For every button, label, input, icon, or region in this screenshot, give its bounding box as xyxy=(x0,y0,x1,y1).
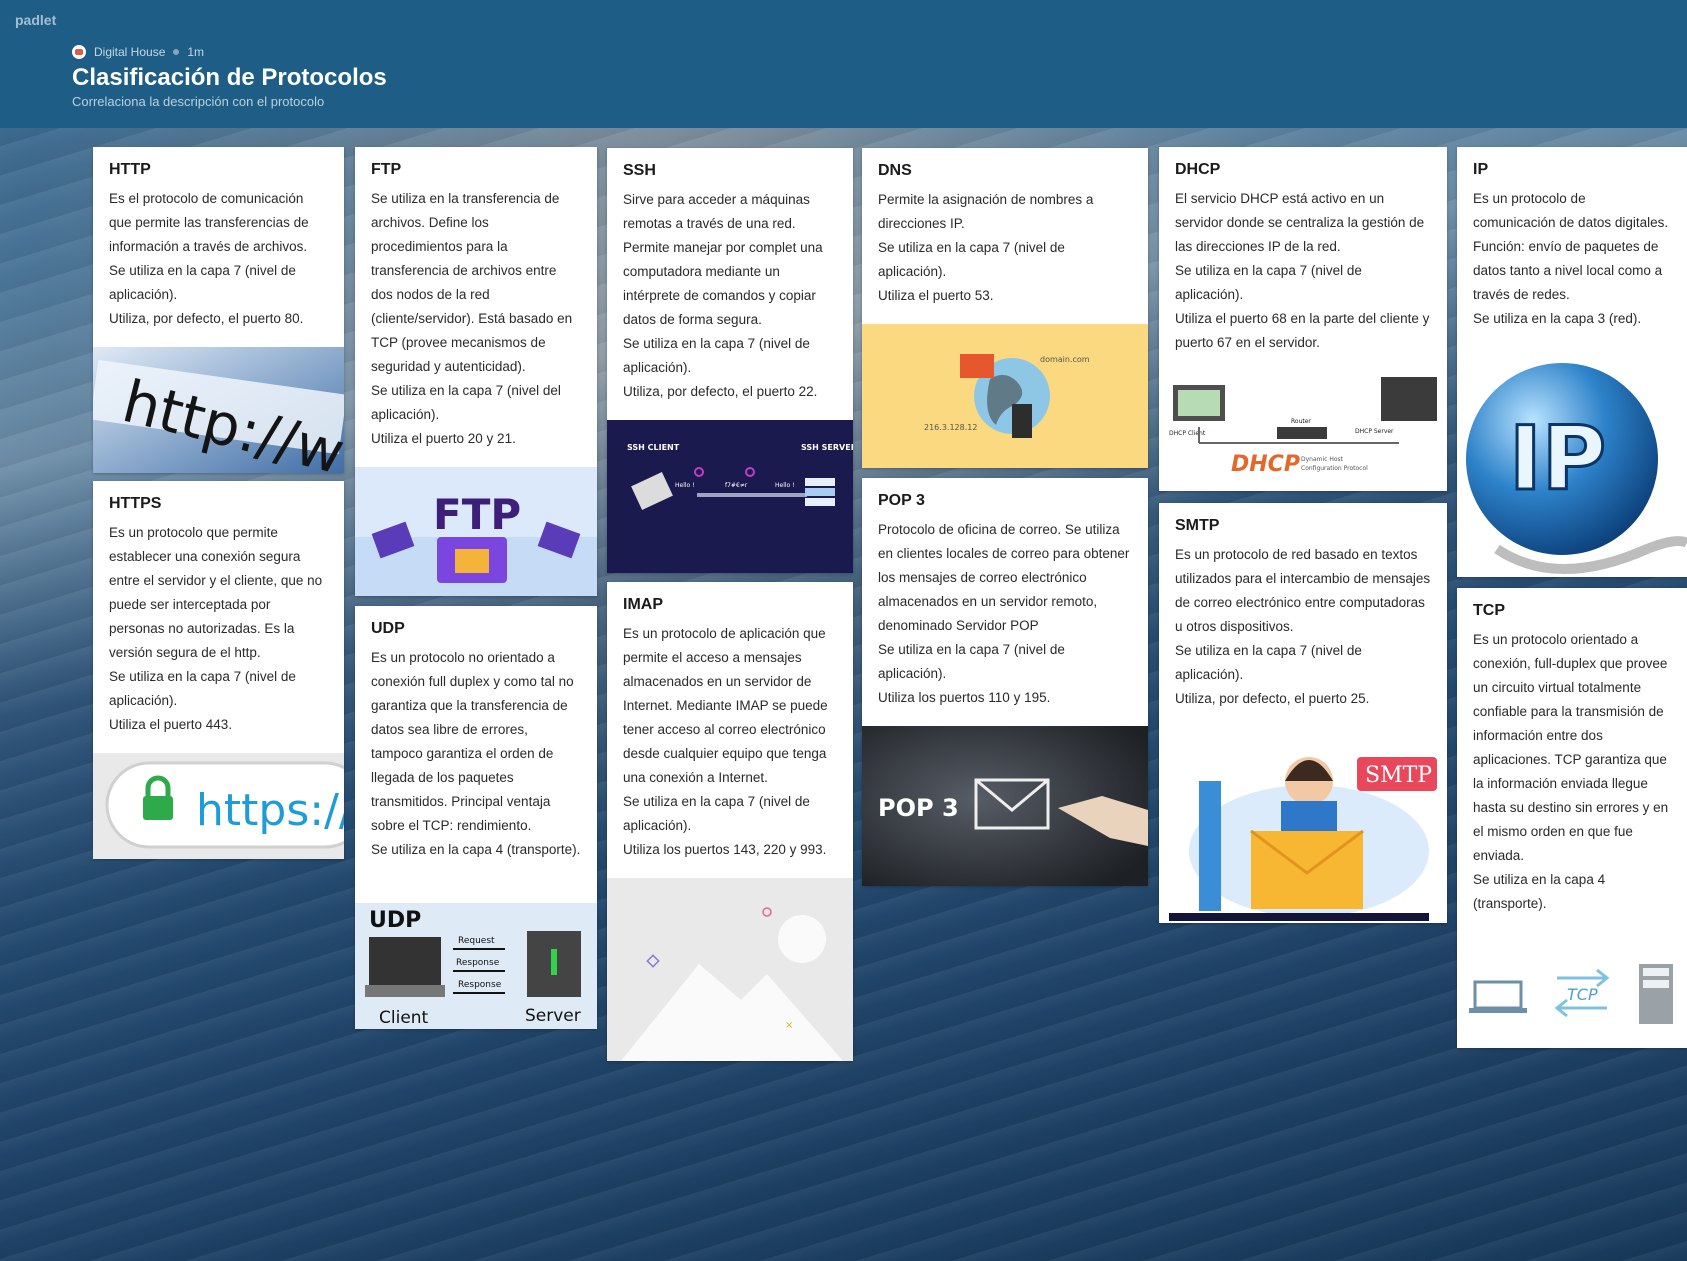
post-body: El servicio DHCP está activo en un servi… xyxy=(1175,191,1430,350)
svg-text:Hello !: Hello ! xyxy=(775,482,795,489)
lock-icon xyxy=(143,796,173,820)
ftp-image[interactable]: FTP xyxy=(355,467,597,596)
post-title: DNS xyxy=(878,162,912,179)
post-body: Es un protocolo no orientado a conexión … xyxy=(371,650,581,857)
post-title: DHCP xyxy=(1175,161,1221,178)
post-title: IMAP xyxy=(623,596,663,613)
svg-text:domain.com: domain.com xyxy=(1040,355,1090,364)
svg-text:DHCP: DHCP xyxy=(1231,452,1300,477)
svg-text:Dynamic Host: Dynamic Host xyxy=(1301,456,1344,463)
post-body: Se utiliza en la transferencia de archiv… xyxy=(371,191,573,446)
separator-dot xyxy=(173,49,180,55)
post-card-http[interactable]: HTTP Es el protocolo de comunicación que… xyxy=(93,147,344,473)
ssh-image[interactable]: SSH CLIENT SSH SERVER Hello ! f7#€≠r Hel… xyxy=(607,420,853,573)
post-title: IP xyxy=(1473,161,1489,178)
post-body: Permite la asignación de nombres a direc… xyxy=(878,192,1094,303)
author-avatar[interactable] xyxy=(72,45,86,59)
svg-text:f7#€≠r: f7#€≠r xyxy=(725,482,748,489)
post-title: FTP xyxy=(371,161,402,178)
svg-text:Client: Client xyxy=(379,1008,429,1028)
smtp-image[interactable]: SMTP xyxy=(1159,741,1447,923)
ip-image[interactable]: IP xyxy=(1457,349,1687,577)
board-meta: Digital House 1m xyxy=(72,45,204,59)
post-card-dhcp[interactable]: DHCP El servicio DHCP está activo en un … xyxy=(1159,147,1447,491)
post-card-ftp[interactable]: FTP Se utiliza en la transferencia de ar… xyxy=(355,147,597,596)
post-title: UDP xyxy=(371,620,405,637)
svg-text:IP: IP xyxy=(1509,407,1606,510)
svg-text:Response: Response xyxy=(458,980,502,990)
svg-text:Router: Router xyxy=(1291,418,1311,425)
post-title: SSH xyxy=(623,162,656,179)
pop3-image[interactable]: POP 3 xyxy=(862,726,1148,886)
svg-text:×: × xyxy=(785,1020,793,1031)
post-body: Sirve para acceder a máquinas remotas a … xyxy=(623,192,823,399)
svg-text:DHCP Client: DHCP Client xyxy=(1169,430,1206,437)
dhcp-image[interactable]: DHCP Client Router DHCP Server DHCP Dyna… xyxy=(1159,371,1447,491)
svg-text:POP 3: POP 3 xyxy=(878,794,959,822)
image-placeholder[interactable]: × xyxy=(607,878,853,1061)
post-title: TCP xyxy=(1473,602,1505,619)
author-name[interactable]: Digital House xyxy=(94,45,165,59)
udp-image[interactable]: UDP Request Response Response Client Ser… xyxy=(355,903,597,1029)
svg-text:SMTP: SMTP xyxy=(1365,763,1432,788)
post-body: Es un protocolo que permite establecer u… xyxy=(109,525,323,732)
post-age: 1m xyxy=(187,45,205,59)
post-card-ip[interactable]: IP Es un protocolo de comunicación de da… xyxy=(1457,147,1687,577)
svg-text:216.3.128.12: 216.3.128.12 xyxy=(924,423,977,432)
padlet-logo[interactable]: padlet xyxy=(15,12,56,28)
board-title: Clasificación de Protocolos xyxy=(72,64,387,91)
post-body: Es un protocolo orientado a conexión, fu… xyxy=(1473,632,1669,911)
post-body: Es un protocolo de comunicación de datos… xyxy=(1473,191,1669,326)
post-card-https[interactable]: HTTPS Es un protocolo que permite establ… xyxy=(93,481,344,859)
post-body: Protocolo de oficina de correo. Se utili… xyxy=(878,522,1130,705)
post-title: SMTP xyxy=(1175,517,1220,534)
svg-text:Configuration Protocol: Configuration Protocol xyxy=(1301,465,1368,472)
svg-text:SSH CLIENT: SSH CLIENT xyxy=(627,443,680,452)
svg-text:Response: Response xyxy=(456,958,500,968)
https-image[interactable]: https:// xyxy=(93,753,344,859)
post-body: Es un protocolo de red basado en textos … xyxy=(1175,547,1431,706)
post-title: HTTP xyxy=(109,161,151,178)
header-bar: padlet Digital House 1m Clasificación de… xyxy=(0,0,1687,128)
post-card-ssh[interactable]: SSH Sirve para acceder a máquinas remota… xyxy=(607,148,853,573)
post-card-udp[interactable]: UDP Es un protocolo no orientado a conex… xyxy=(355,606,597,1029)
post-title: HTTPS xyxy=(109,495,162,512)
svg-text:DHCP Server: DHCP Server xyxy=(1355,428,1394,435)
post-title: POP 3 xyxy=(878,492,925,509)
post-card-imap[interactable]: IMAP Es un protocolo de aplicación que p… xyxy=(607,582,853,1061)
post-card-tcp[interactable]: TCP Es un protocolo orientado a conexión… xyxy=(1457,588,1687,1048)
post-body: Es el protocolo de comunicación que perm… xyxy=(109,191,309,326)
post-body: Es un protocolo de aplicación que permit… xyxy=(623,626,828,857)
svg-text:Server: Server xyxy=(525,1006,581,1026)
svg-text:Request: Request xyxy=(458,936,495,946)
svg-text:https://: https:// xyxy=(196,785,344,836)
board-subtitle: Correlaciona la descripción con el proto… xyxy=(72,94,325,109)
svg-text:FTP: FTP xyxy=(433,490,521,539)
svg-text:TCP: TCP xyxy=(1567,985,1598,1004)
tcp-image[interactable]: TCP xyxy=(1457,946,1687,1048)
svg-text:UDP: UDP xyxy=(369,908,421,933)
post-card-pop3[interactable]: POP 3 Protocolo de oficina de correo. Se… xyxy=(862,478,1148,886)
dns-image[interactable]: domain.com 216.3.128.12 xyxy=(862,324,1148,468)
post-card-dns[interactable]: DNS Permite la asignación de nombres a d… xyxy=(862,148,1148,468)
http-image[interactable]: http://www xyxy=(93,347,344,473)
post-card-smtp[interactable]: SMTP Es un protocolo de red basado en te… xyxy=(1159,503,1447,923)
svg-text:Hello !: Hello ! xyxy=(675,482,695,489)
svg-text:SSH SERVER: SSH SERVER xyxy=(801,443,853,452)
